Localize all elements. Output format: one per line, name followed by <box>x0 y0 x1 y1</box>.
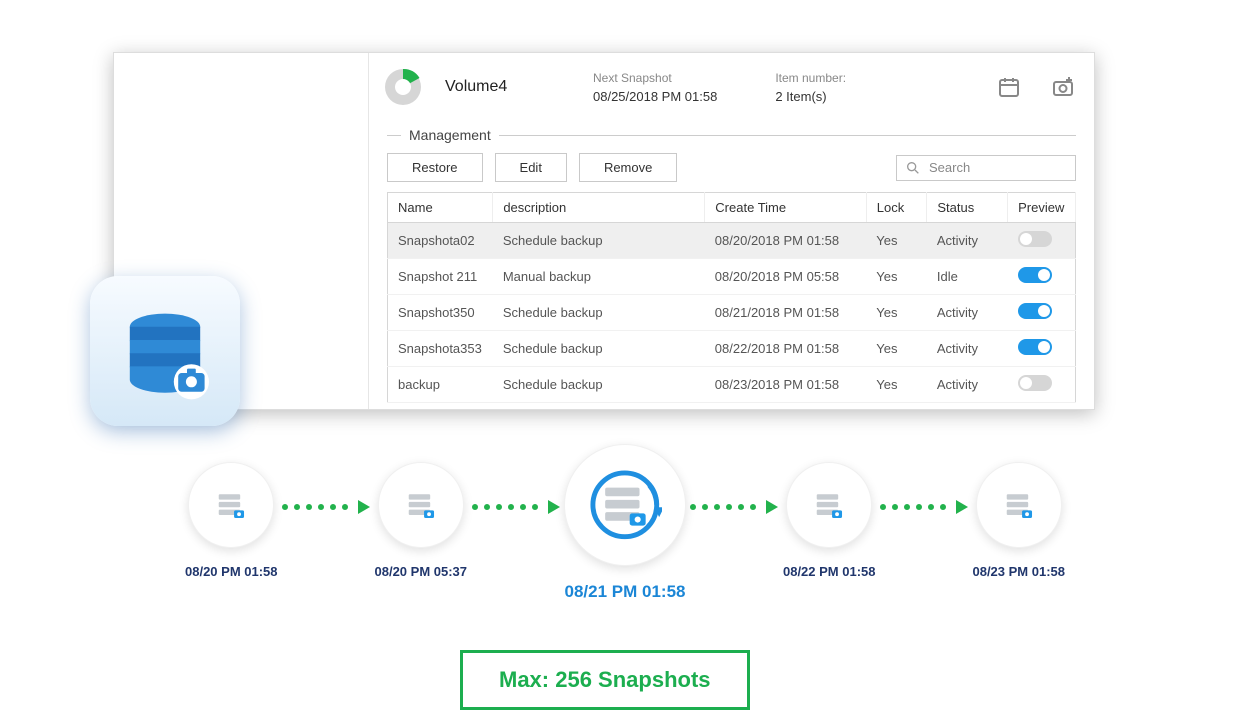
snapshot-window: Volume4 Next Snapshot 08/25/2018 PM 01:5… <box>113 52 1095 410</box>
col-create-time[interactable]: Create Time <box>705 193 867 223</box>
timeline-connector <box>870 462 979 514</box>
max-snapshots-label: Max: 256 Snapshots <box>460 650 750 710</box>
next-snapshot-block: Next Snapshot 08/25/2018 PM 01:58 <box>593 71 717 104</box>
item-number-block: Item number: 2 Item(s) <box>775 71 846 104</box>
timeline-connector <box>680 462 789 514</box>
preview-toggle[interactable] <box>1018 339 1052 355</box>
timeline-connector <box>272 462 381 514</box>
table-row[interactable]: Snapshot 211Manual backup08/20/2018 PM 0… <box>388 259 1076 295</box>
dotted-arrow-icon <box>472 500 560 514</box>
restore-button[interactable]: Restore <box>387 153 483 182</box>
cell-lock: Yes <box>866 223 927 259</box>
preview-toggle[interactable] <box>1018 375 1052 391</box>
cell-preview <box>1008 367 1076 403</box>
snapshot-icon <box>976 462 1062 548</box>
timeline-label: 08/22 PM 01:58 <box>783 564 876 579</box>
snapshot-table: Name description Create Time Lock Status… <box>387 192 1076 403</box>
cell-lock: Yes <box>866 331 927 367</box>
next-snapshot-value: 08/25/2018 PM 01:58 <box>593 89 717 104</box>
timeline-connector <box>461 462 570 514</box>
calendar-icon[interactable] <box>996 74 1022 100</box>
dotted-arrow-icon <box>880 500 968 514</box>
cell-description: Schedule backup <box>493 331 705 367</box>
snapshot-icon <box>378 462 464 548</box>
cell-lock: Yes <box>866 295 927 331</box>
preview-toggle[interactable] <box>1018 267 1052 283</box>
panel-title: Management <box>387 127 1076 143</box>
add-snapshot-icon[interactable] <box>1050 74 1076 100</box>
timeline-node[interactable]: 08/20 PM 01:58 <box>185 462 278 579</box>
cell-preview <box>1008 295 1076 331</box>
cell-name: Snapshot 211 <box>388 259 493 295</box>
col-lock[interactable]: Lock <box>866 193 927 223</box>
cell-name: Snapshota02 <box>388 223 493 259</box>
dotted-arrow-icon <box>690 500 778 514</box>
main-panel: Volume4 Next Snapshot 08/25/2018 PM 01:5… <box>369 53 1094 409</box>
search-icon <box>905 160 921 176</box>
cell-create-time: 08/23/2018 PM 01:58 <box>705 367 867 403</box>
remove-button[interactable]: Remove <box>579 153 677 182</box>
cell-status: Activity <box>927 223 1008 259</box>
timeline-label: 08/20 PM 05:37 <box>375 564 468 579</box>
cell-status: Idle <box>927 259 1008 295</box>
col-status[interactable]: Status <box>927 193 1008 223</box>
timeline-label: 08/20 PM 01:58 <box>185 564 278 579</box>
next-snapshot-label: Next Snapshot <box>593 71 717 85</box>
table-row[interactable]: backupSchedule backup08/23/2018 PM 01:58… <box>388 367 1076 403</box>
volume-pie-icon <box>379 63 427 111</box>
app-badge-icon <box>90 276 240 426</box>
cell-status: Activity <box>927 367 1008 403</box>
table-row[interactable]: Snapshota353Schedule backup08/22/2018 PM… <box>388 331 1076 367</box>
cell-status: Activity <box>927 295 1008 331</box>
volume-name: Volume4 <box>445 78 575 96</box>
cell-name: Snapshota353 <box>388 331 493 367</box>
cell-preview <box>1008 223 1076 259</box>
timeline-label: 08/23 PM 01:58 <box>972 564 1065 579</box>
toolbar: Restore Edit Remove <box>387 153 1076 182</box>
cell-description: Schedule backup <box>493 367 705 403</box>
snapshot-timeline: 08/20 PM 01:58 08/20 PM 05:37 08/21 PM 01:… <box>185 462 1065 622</box>
edit-button[interactable]: Edit <box>495 153 567 182</box>
table-row[interactable]: Snapshota02Schedule backup08/20/2018 PM … <box>388 223 1076 259</box>
cell-preview <box>1008 331 1076 367</box>
cell-create-time: 08/21/2018 PM 01:58 <box>705 295 867 331</box>
search-input[interactable] <box>929 160 1067 175</box>
col-preview[interactable]: Preview <box>1008 193 1076 223</box>
col-name[interactable]: Name <box>388 193 493 223</box>
table-row[interactable]: Snapshot350Schedule backup08/21/2018 PM … <box>388 295 1076 331</box>
col-description[interactable]: description <box>493 193 705 223</box>
cell-name: backup <box>388 367 493 403</box>
cell-description: Schedule backup <box>493 295 705 331</box>
cell-status: Activity <box>927 331 1008 367</box>
dotted-arrow-icon <box>282 500 370 514</box>
search-box[interactable] <box>896 155 1076 181</box>
cell-description: Schedule backup <box>493 223 705 259</box>
timeline-node[interactable]: 08/20 PM 05:37 <box>375 462 468 579</box>
preview-toggle[interactable] <box>1018 303 1052 319</box>
cell-name: Snapshot350 <box>388 295 493 331</box>
cell-create-time: 08/20/2018 PM 05:58 <box>705 259 867 295</box>
cell-preview <box>1008 259 1076 295</box>
cell-create-time: 08/22/2018 PM 01:58 <box>705 331 867 367</box>
management-panel: Management Restore Edit Remove Name <box>387 127 1076 403</box>
timeline-node[interactable]: 08/21 PM 01:58 <box>564 462 686 602</box>
header: Volume4 Next Snapshot 08/25/2018 PM 01:5… <box>369 53 1094 121</box>
cell-create-time: 08/20/2018 PM 01:58 <box>705 223 867 259</box>
timeline-node[interactable]: 08/22 PM 01:58 <box>783 462 876 579</box>
preview-toggle[interactable] <box>1018 231 1052 247</box>
snapshot-icon <box>786 462 872 548</box>
item-number-value: 2 Item(s) <box>775 89 846 104</box>
timeline-label: 08/21 PM 01:58 <box>565 582 686 602</box>
table-header: Name description Create Time Lock Status… <box>388 193 1076 223</box>
snapshot-restore-icon <box>564 444 686 566</box>
snapshot-icon <box>188 462 274 548</box>
cell-lock: Yes <box>866 259 927 295</box>
item-number-label: Item number: <box>775 71 846 85</box>
cell-lock: Yes <box>866 367 927 403</box>
timeline-node[interactable]: 08/23 PM 01:58 <box>972 462 1065 579</box>
cell-description: Manual backup <box>493 259 705 295</box>
